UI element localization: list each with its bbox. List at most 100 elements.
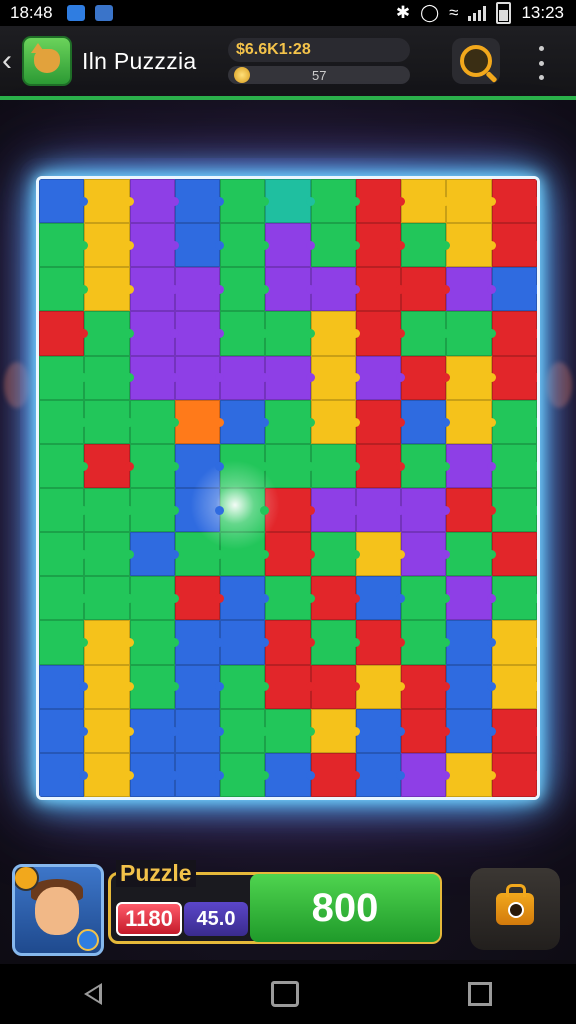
puzzle-piece[interactable] [401, 443, 451, 488]
puzzle-piece[interactable] [220, 223, 270, 268]
puzzle-piece[interactable] [401, 487, 451, 533]
puzzle-piece[interactable] [174, 620, 225, 665]
puzzle-piece[interactable] [446, 399, 497, 444]
puzzle-piece[interactable] [355, 532, 406, 577]
puzzle-piece[interactable] [220, 311, 270, 356]
puzzle-piece[interactable] [174, 267, 225, 312]
puzzle-piece[interactable] [401, 355, 451, 400]
puzzle-piece[interactable] [39, 532, 89, 577]
puzzle-piece[interactable] [84, 355, 134, 400]
puzzle-piece[interactable] [310, 443, 361, 488]
puzzle-piece[interactable] [129, 532, 180, 577]
puzzle-piece[interactable] [129, 311, 180, 356]
puzzle-piece[interactable] [446, 576, 497, 621]
puzzle-piece[interactable] [265, 267, 315, 312]
puzzle-piece[interactable] [220, 179, 270, 224]
puzzle-piece[interactable] [310, 620, 361, 665]
puzzle-piece[interactable] [220, 576, 270, 621]
puzzle-piece[interactable] [129, 487, 180, 533]
puzzle-piece[interactable] [39, 664, 89, 709]
puzzle-piece[interactable] [220, 708, 270, 753]
puzzle-piece[interactable] [84, 179, 134, 224]
puzzle-piece[interactable] [310, 399, 361, 444]
puzzle-piece[interactable] [220, 487, 270, 533]
puzzle-piece[interactable] [174, 752, 225, 797]
puzzle-piece[interactable] [401, 267, 451, 312]
puzzle-piece[interactable] [310, 355, 361, 400]
puzzle-piece[interactable] [355, 355, 406, 400]
puzzle-piece[interactable] [174, 399, 225, 444]
puzzle-piece[interactable] [84, 664, 134, 709]
puzzle-piece[interactable] [39, 179, 89, 224]
puzzle-piece[interactable] [446, 708, 497, 753]
puzzle-piece[interactable] [129, 620, 180, 665]
puzzle-piece[interactable] [310, 311, 361, 356]
puzzle-piece[interactable] [265, 708, 315, 753]
puzzle-piece[interactable] [265, 179, 315, 224]
puzzle-piece[interactable] [355, 576, 406, 621]
puzzle-piece[interactable] [355, 752, 406, 797]
puzzle-piece[interactable] [39, 708, 89, 753]
puzzle-piece[interactable] [220, 399, 270, 444]
puzzle-piece[interactable] [84, 223, 134, 268]
puzzle-piece[interactable] [401, 311, 451, 356]
puzzle-piece[interactable] [401, 708, 451, 753]
puzzle-piece[interactable] [39, 267, 89, 312]
puzzle-piece[interactable] [174, 708, 225, 753]
puzzle-piece[interactable] [355, 708, 406, 753]
puzzle-piece[interactable] [265, 532, 315, 577]
puzzle-piece[interactable] [355, 223, 406, 268]
puzzle-board[interactable] [36, 176, 540, 800]
puzzle-piece[interactable] [355, 487, 406, 533]
puzzle-piece[interactable] [355, 399, 406, 444]
puzzle-piece[interactable] [491, 664, 537, 709]
puzzle-piece[interactable] [220, 752, 270, 797]
puzzle-piece[interactable] [355, 311, 406, 356]
puzzle-piece[interactable] [39, 752, 89, 797]
puzzle-piece[interactable] [310, 752, 361, 797]
avatar[interactable] [12, 864, 104, 956]
puzzle-piece[interactable] [84, 532, 134, 577]
puzzle-piece[interactable] [265, 443, 315, 488]
puzzle-piece[interactable] [265, 620, 315, 665]
puzzle-piece[interactable] [310, 576, 361, 621]
puzzle-piece[interactable] [310, 532, 361, 577]
puzzle-piece[interactable] [310, 708, 361, 753]
puzzle-piece[interactable] [446, 664, 497, 709]
puzzle-piece[interactable] [174, 443, 225, 488]
puzzle-piece[interactable] [491, 267, 537, 312]
puzzle-piece[interactable] [355, 443, 406, 488]
puzzle-piece[interactable] [129, 752, 180, 797]
puzzle-piece[interactable] [265, 399, 315, 444]
nav-recents-icon[interactable] [467, 982, 492, 1006]
puzzle-piece[interactable] [174, 576, 225, 621]
puzzle-piece[interactable] [39, 487, 89, 533]
puzzle-piece[interactable] [174, 223, 225, 268]
puzzle-piece[interactable] [446, 223, 497, 268]
puzzle-piece[interactable] [39, 311, 89, 356]
puzzle-piece[interactable] [446, 532, 497, 577]
puzzle-piece[interactable] [401, 399, 451, 444]
puzzle-piece[interactable] [355, 267, 406, 312]
puzzle-piece[interactable] [84, 576, 134, 621]
puzzle-piece[interactable] [401, 223, 451, 268]
puzzle-piece[interactable] [355, 179, 406, 224]
puzzle-piece[interactable] [129, 179, 180, 224]
puzzle-piece[interactable] [310, 664, 361, 709]
puzzle-piece[interactable] [129, 267, 180, 312]
puzzle-piece[interactable] [491, 752, 537, 797]
puzzle-piece[interactable] [220, 532, 270, 577]
back-icon[interactable]: ‹ [2, 46, 20, 76]
puzzle-piece[interactable] [84, 399, 134, 444]
puzzle-piece[interactable] [401, 532, 451, 577]
puzzle-piece[interactable] [401, 752, 451, 797]
puzzle-piece[interactable] [129, 399, 180, 444]
puzzle-piece[interactable] [491, 311, 537, 356]
nav-back-icon[interactable] [84, 983, 103, 1005]
puzzle-piece[interactable] [491, 532, 537, 577]
puzzle-piece[interactable] [265, 752, 315, 797]
puzzle-piece[interactable] [129, 664, 180, 709]
puzzle-piece[interactable] [174, 311, 225, 356]
puzzle-piece[interactable] [220, 620, 270, 665]
puzzle-piece[interactable] [491, 399, 537, 444]
